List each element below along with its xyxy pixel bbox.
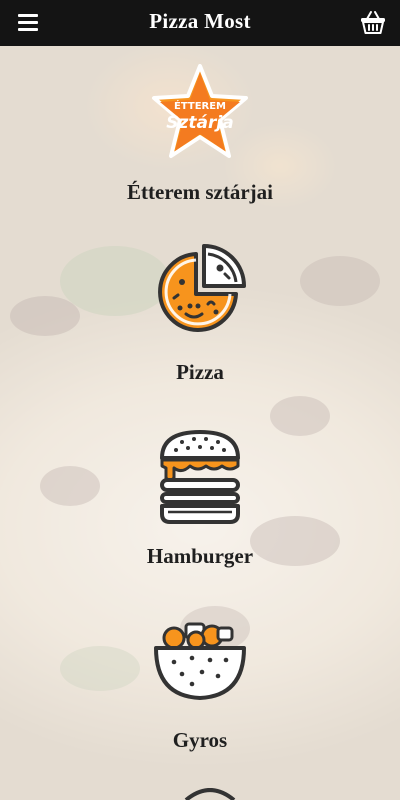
app-title: Pizza Most [149, 9, 251, 33]
top-app-bar: Pizza Most [0, 0, 400, 46]
pizza-icon [158, 244, 246, 332]
category-label: Hamburger [146, 544, 254, 568]
badge-text-line1: ÉTTEREM [174, 99, 226, 112]
gyros-bowl-icon [154, 622, 246, 700]
category-hamburger[interactable]: Hamburger [0, 428, 400, 578]
category-etterem-sztarjai[interactable]: ÉTTEREM Sztárja Étterem sztárjai [0, 64, 400, 214]
next-category-icon [184, 788, 236, 800]
category-label: Pizza [176, 360, 224, 384]
star-badge-icon: ÉTTEREM Sztárja [152, 64, 248, 158]
category-pizza[interactable]: Pizza [0, 242, 400, 392]
hamburger-icon [160, 430, 240, 524]
category-list: ÉTTEREM Sztárja Étterem sztárjai Pizza H… [0, 46, 400, 800]
category-label: Étterem sztárjai [127, 180, 273, 204]
badge-text-line2: Sztárja [166, 113, 233, 133]
shopping-basket-icon[interactable] [358, 8, 388, 38]
category-gyros[interactable]: Gyros [0, 618, 400, 758]
category-label: Gyros [172, 728, 228, 752]
